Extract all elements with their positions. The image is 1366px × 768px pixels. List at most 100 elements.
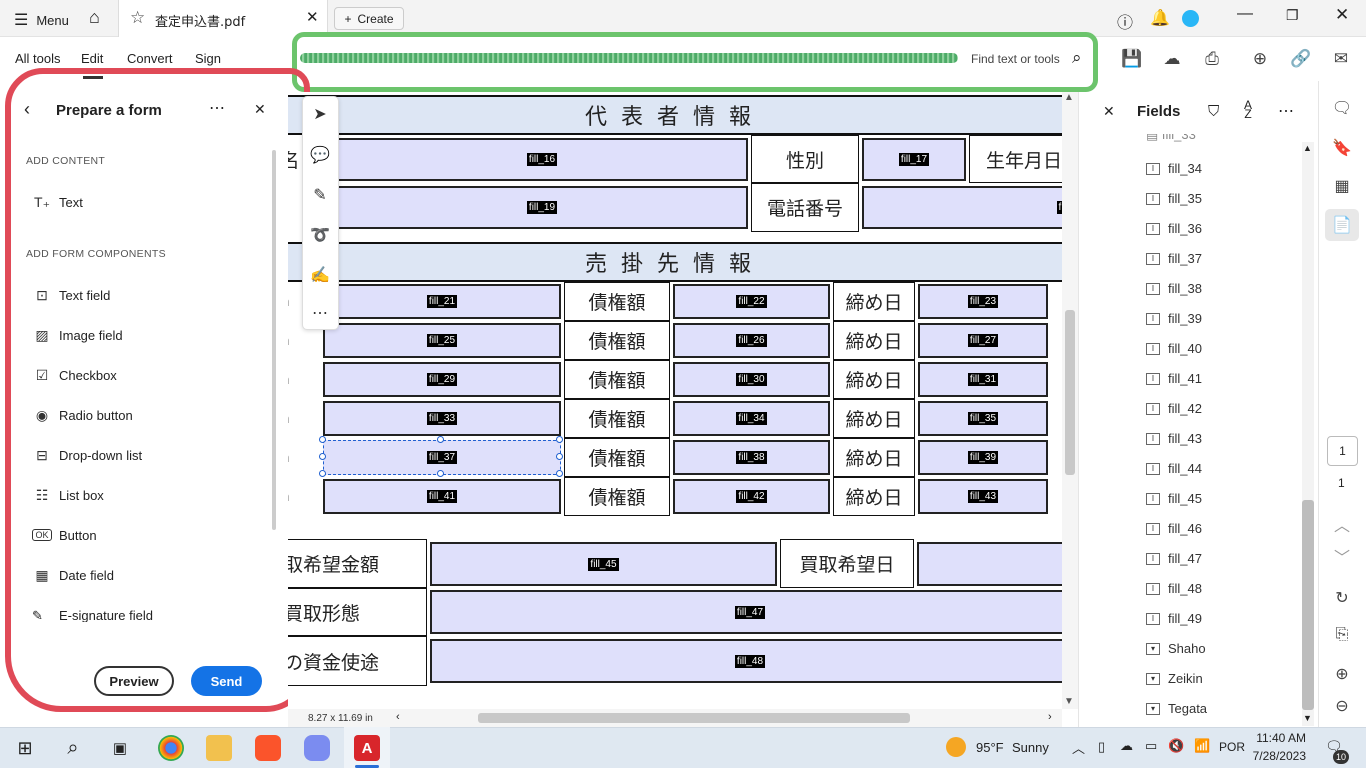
list-item[interactable]: Ifill_43 (1146, 431, 1202, 446)
bookmark-icon[interactable]: 🔖 (1330, 138, 1354, 158)
list-item[interactable]: ▾ Shaho (1146, 641, 1206, 656)
resize-handle[interactable] (319, 436, 326, 443)
component-checkbox[interactable]: ☑ Checkbox (32, 355, 117, 395)
help-icon[interactable]: ⓘ (1117, 9, 1133, 33)
list-item[interactable]: Ifill_40 (1146, 341, 1202, 356)
comment-rail-icon[interactable]: 🗨 (1330, 98, 1354, 118)
weather-temp[interactable]: 95°F (976, 740, 1004, 755)
highlight-pen-icon[interactable]: ✎ (310, 185, 330, 205)
chrome-icon[interactable] (158, 735, 184, 761)
list-item[interactable]: Ifill_36 (1146, 221, 1202, 236)
resize-handle[interactable] (556, 470, 563, 477)
list-item[interactable]: Ifill_41 (1146, 371, 1202, 386)
list-item[interactable]: Ifill_37 (1146, 251, 1202, 266)
form-field[interactable]: fill_21 (323, 284, 561, 319)
form-field[interactable]: fill_29 (323, 362, 561, 397)
battery-icon[interactable]: ▭ (1145, 738, 1157, 754)
list-item[interactable]: Ifill_38 (1146, 281, 1202, 296)
form-field[interactable]: fill_27 (918, 323, 1048, 358)
menu-all-tools[interactable]: All tools (15, 51, 61, 66)
window-close-icon[interactable]: ✕ (1335, 5, 1349, 25)
share-user-icon[interactable]: ⊕ (1248, 49, 1272, 69)
menu-button[interactable]: ☰ Menu (14, 10, 69, 30)
form-field[interactable]: fill_43 (918, 479, 1048, 514)
home-icon[interactable]: ⌂ (89, 7, 100, 28)
list-item[interactable]: Ifill_35 (1146, 191, 1202, 206)
windows-start-icon[interactable]: ⊞ (12, 735, 38, 761)
cloud-icon[interactable]: ☁ (1120, 738, 1133, 754)
menu-sign[interactable]: Sign (195, 51, 221, 66)
form-field[interactable] (917, 542, 1062, 586)
form-field[interactable]: fill_33 (323, 401, 561, 436)
resize-handle[interactable] (319, 470, 326, 477)
search-taskbar-icon[interactable]: ⌕ (60, 735, 86, 761)
form-field[interactable]: fill_31 (918, 362, 1048, 397)
sort-az-icon[interactable]: AZ (1244, 99, 1252, 120)
form-field[interactable]: fill_23 (918, 284, 1048, 319)
close-panel-icon[interactable]: ✕ (254, 101, 266, 118)
mail-icon[interactable]: ✉ (1329, 49, 1353, 69)
form-field[interactable]: fill_41 (323, 479, 561, 514)
list-item[interactable]: Ifill_45 (1146, 491, 1202, 506)
zoom-in-icon[interactable]: ⊕ (1330, 664, 1354, 684)
left-scrollbar[interactable] (272, 150, 276, 530)
resize-handle[interactable] (437, 436, 444, 443)
menu-convert[interactable]: Convert (127, 51, 173, 66)
restore-icon[interactable]: ❐ (1286, 7, 1299, 24)
form-field[interactable]: fill_47 (430, 590, 1062, 634)
file-explorer-icon[interactable] (206, 735, 232, 761)
form-field[interactable]: fill_39 (918, 440, 1048, 475)
page-up-icon[interactable]: ︿ (1330, 512, 1354, 536)
component-date-field[interactable]: ▦ Date field (32, 555, 114, 595)
send-button[interactable]: Send (191, 666, 262, 696)
weather-icon[interactable] (946, 737, 966, 757)
close-tab-icon[interactable]: ✕ (306, 8, 319, 26)
fields-scroll-thumb[interactable] (1302, 500, 1314, 710)
list-item[interactable]: Ifill_42 (1146, 401, 1202, 416)
component-esignature[interactable]: ✎ E-signature field (32, 608, 153, 622)
form-field[interactable]: fill_26 (673, 323, 830, 358)
doc-horizontal-scroll-thumb[interactable] (478, 713, 910, 723)
more-tools-icon[interactable]: ⋯ (310, 303, 330, 323)
create-button[interactable]: + Create (334, 7, 404, 30)
form-field[interactable]: fill_45 (430, 542, 777, 586)
list-item[interactable]: Ifill_48 (1146, 581, 1202, 596)
task-view-icon[interactable]: ▣ (107, 735, 133, 761)
tray-device-icon[interactable]: ▯ (1098, 739, 1105, 755)
resize-handle[interactable] (437, 470, 444, 477)
component-image-field[interactable]: ▨ Image field (32, 315, 122, 355)
list-item[interactable]: ▾ Zeikin (1146, 671, 1203, 686)
filter-icon[interactable]: ⛉ (1208, 103, 1219, 120)
clock-time[interactable]: 11:40 AM (1256, 731, 1306, 745)
minimize-icon[interactable]: — (1237, 5, 1253, 23)
wifi-icon[interactable]: 📶 (1194, 738, 1210, 754)
resize-handle[interactable] (556, 436, 563, 443)
save-icon[interactable]: 💾 (1120, 49, 1144, 69)
volume-icon[interactable]: 🔇 (1168, 738, 1184, 754)
form-field[interactable]: fill_25 (323, 323, 561, 358)
close-fields-icon[interactable]: ✕ (1103, 103, 1115, 120)
list-item[interactable]: Ifill_46 (1146, 521, 1202, 536)
form-field[interactable]: fill (862, 186, 1062, 229)
scroll-right-icon[interactable]: › (1048, 711, 1052, 723)
list-item[interactable]: Ifill_47 (1146, 551, 1202, 566)
resize-handle[interactable] (556, 453, 563, 460)
list-item[interactable]: Ifill_44 (1146, 461, 1202, 476)
search-icon[interactable]: ⌕ (1072, 48, 1082, 68)
draw-icon[interactable]: ➰ (310, 225, 330, 245)
more-options-icon[interactable]: ⋯ (209, 98, 225, 118)
language-indicator[interactable]: POR (1219, 740, 1245, 754)
scroll-up-icon[interactable]: ▲ (1064, 92, 1074, 103)
component-text-field[interactable]: ⊡ Text field (32, 275, 110, 315)
bell-icon[interactable]: 🔔 (1150, 8, 1170, 28)
form-field[interactable]: fill_30 (673, 362, 830, 397)
list-item[interactable]: Ifill_49 (1146, 611, 1202, 626)
tray-chevron-icon[interactable]: ︿ (1072, 738, 1085, 757)
page-down-icon[interactable]: ﹀ (1330, 544, 1354, 568)
list-item[interactable]: Ifill_39 (1146, 311, 1202, 326)
form-field[interactable]: fill_42 (673, 479, 830, 514)
document-canvas[interactable]: 代表者情報 名 fill_16 性別 fill_17 生年月日 fill_19 … (288, 92, 1062, 709)
form-field[interactable]: fill_48 (430, 639, 1062, 683)
clock-date[interactable]: 7/28/2023 (1252, 749, 1306, 763)
list-item[interactable]: ▾ Tegata (1146, 701, 1207, 716)
